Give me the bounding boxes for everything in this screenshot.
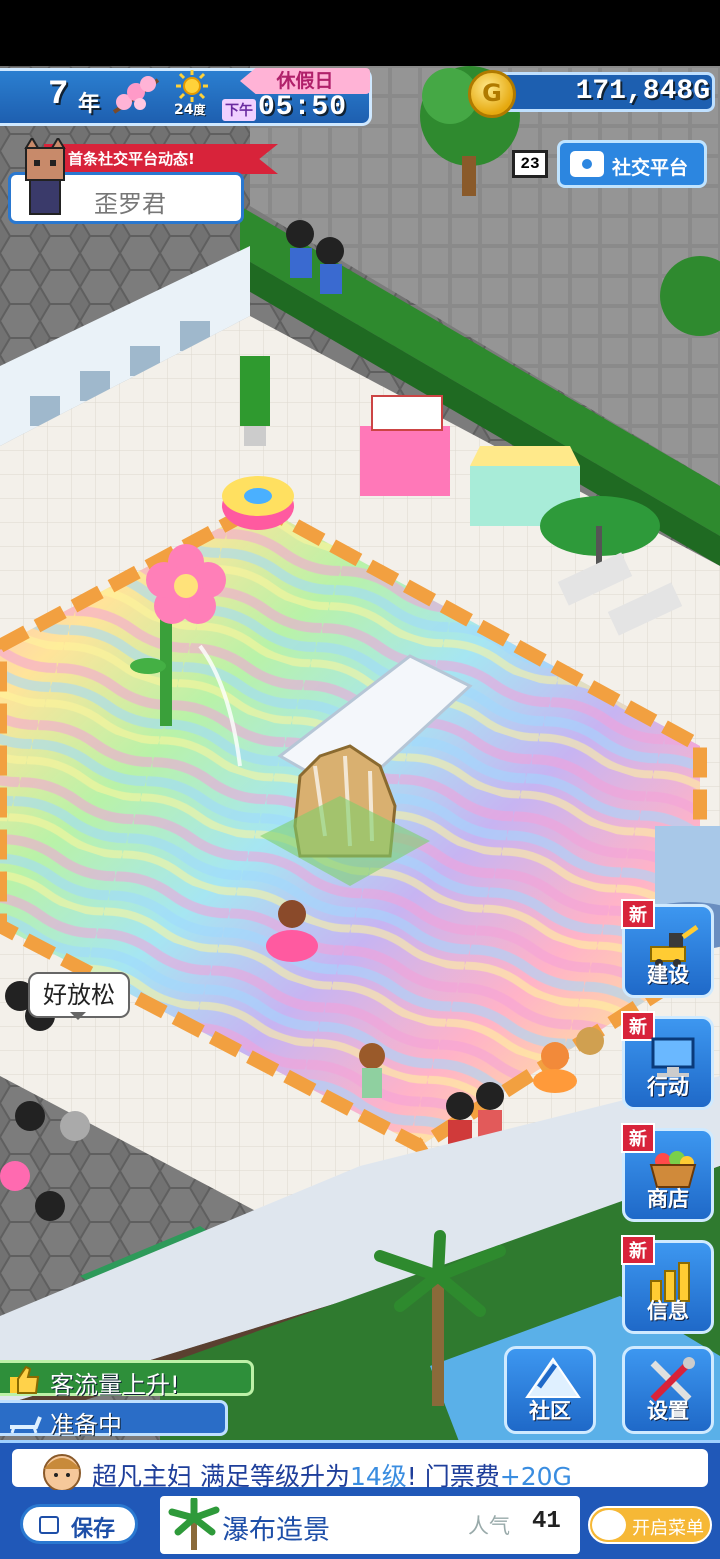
money-amount: 171,848G <box>575 76 710 107</box>
year-number: 7 <box>48 76 69 114</box>
selected-facility-panel[interactable]: 瀑布造景 人气 41 <box>160 1496 580 1554</box>
settings-label: 设置 <box>647 1399 689 1423</box>
cherry-blossom-icon <box>112 76 160 114</box>
action-button[interactable]: 新 行动 <box>621 1011 714 1110</box>
bottom-bar: 保存 瀑布造景 人气 41 开启菜单 <box>0 1490 720 1559</box>
save-icon <box>39 1516 59 1534</box>
palm-tree-icon <box>168 1498 220 1550</box>
character-avatar-icon <box>24 138 66 215</box>
build-button[interactable]: 新 建设 <box>621 899 714 998</box>
community-label: 社区 <box>529 1399 571 1423</box>
sunny-weather-icon <box>176 70 208 102</box>
game-world[interactable] <box>0 66 720 1444</box>
info-button[interactable]: 新 信息 <box>621 1235 714 1334</box>
social-platform-button[interactable]: 社交平台 <box>557 140 707 188</box>
notification-name: 歪罗君 <box>94 190 166 218</box>
info-label: 信息 <box>647 1299 689 1323</box>
preparing-status: 准备中 <box>0 1400 228 1439</box>
year-label: 年 <box>78 92 101 117</box>
camera-icon <box>570 151 604 177</box>
gold-coin-icon <box>468 70 516 118</box>
popularity-value: 41 <box>532 1508 561 1535</box>
save-label: 保存 <box>71 1517 116 1542</box>
ticker-text: 超凡主妇 满足等级升为14级! 门票费+20G <box>92 1462 572 1491</box>
shop-label: 商店 <box>647 1187 689 1211</box>
notification-title: 首条社交平台动态! <box>44 144 278 174</box>
game-clock: 05:50 <box>258 92 348 123</box>
lounge-chair-icon <box>10 1416 42 1434</box>
shop-button[interactable]: 新 商店 <box>621 1123 714 1222</box>
visitor-status: 客流量上升! <box>0 1360 254 1399</box>
visitor-status-text: 客流量上升! <box>50 1371 180 1399</box>
toggle-knob <box>592 1510 626 1540</box>
news-ticker: 超凡主妇 满足等级升为14级! 门票费+20G <box>0 1440 720 1492</box>
popularity-label: 人气 <box>468 1514 510 1538</box>
am-pm-indicator: 下午 <box>222 99 256 121</box>
facility-name: 瀑布造景 <box>222 1515 330 1546</box>
settings-button[interactable]: 设置 <box>622 1346 714 1434</box>
preparing-status-text: 准备中 <box>50 1411 122 1439</box>
guest-face-icon <box>43 1454 81 1492</box>
ticker-panel: 超凡主妇 满足等级升为14级! 门票费+20G <box>12 1449 708 1492</box>
guest-speech-bubble: 好放松 <box>28 972 130 1020</box>
save-button[interactable]: 保存 <box>20 1504 138 1544</box>
menu-toggle-switch[interactable]: 开启菜单 <box>588 1506 712 1544</box>
temperature: 24度 <box>174 102 206 118</box>
menu-toggle-label: 开启菜单 <box>632 1518 704 1539</box>
day-type-badge: 休假日 <box>240 68 370 94</box>
social-notification[interactable]: 首条社交平台动态! 歪罗君 <box>4 138 278 226</box>
thumbs-up-icon <box>10 1365 40 1394</box>
build-label: 建设 <box>647 963 689 987</box>
social-platform-label: 社交平台 <box>612 157 689 179</box>
social-post-count: 23 <box>512 150 548 178</box>
action-label: 行动 <box>647 1075 689 1099</box>
park-scene <box>0 66 720 1444</box>
community-button[interactable]: 社区 <box>504 1346 596 1434</box>
